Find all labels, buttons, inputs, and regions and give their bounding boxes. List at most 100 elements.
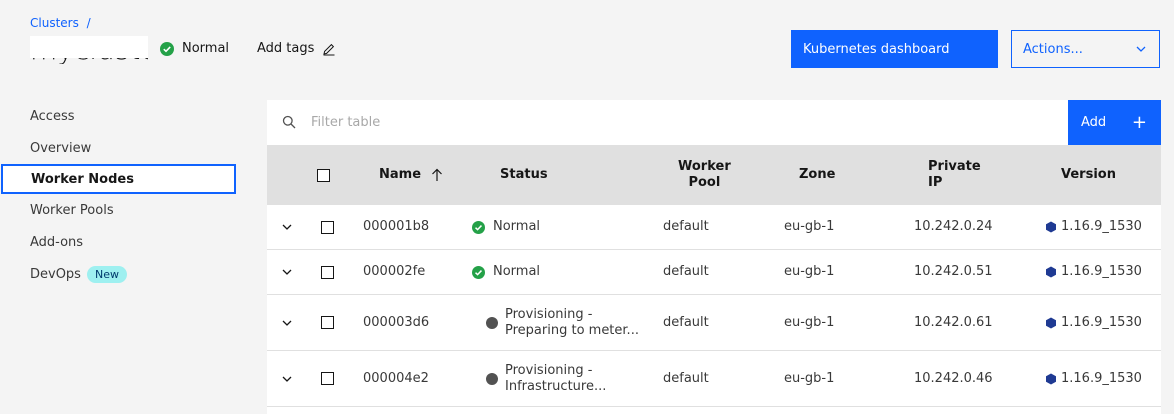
chevron-down-icon[interactable] (281, 266, 293, 278)
add-worker-button[interactable]: Add + (1068, 100, 1161, 145)
column-header-zone: Zone (799, 145, 835, 205)
name-cell: 000001b8 (363, 219, 430, 234)
table-row: 000004e2 Provisioning - Infrastructure..… (267, 351, 1161, 407)
private-ip-cell: 10.242.0.61 (914, 314, 993, 330)
actions-dropdown[interactable]: Actions... (1011, 30, 1160, 68)
check-circle-icon (160, 41, 174, 56)
row-checkbox[interactable] (321, 265, 334, 279)
column-header-version: Version (1061, 145, 1116, 205)
checkbox-cell (321, 250, 334, 294)
actions-dropdown-label: Actions... (1023, 41, 1083, 57)
add-tags-label: Add tags (257, 41, 315, 56)
chevron-down-icon[interactable] (281, 373, 293, 385)
worker-pool-cell: default (663, 314, 709, 330)
row-checkbox[interactable] (321, 372, 334, 385)
private-ip-cell: 10.242.0.24 (914, 219, 993, 234)
status-cell: Provisioning - Preparing to meter... (486, 295, 639, 350)
status-cell: Normal (472, 250, 540, 294)
column-header-private-ip: Private IP (928, 145, 981, 205)
kubernetes-dashboard-label: Kubernetes dashboard (803, 41, 950, 57)
row-checkbox[interactable] (321, 316, 334, 329)
expand-cell (281, 205, 293, 249)
sidebar-item-add-ons[interactable]: Add-ons (0, 226, 240, 258)
row-checkbox[interactable] (321, 220, 334, 234)
sidebar-item-worker-nodes[interactable]: Worker Nodes (1, 164, 236, 194)
add-tags-button[interactable]: Add tags (257, 41, 336, 56)
cluster-health-label: Normal (182, 41, 230, 56)
status-cell: Normal (472, 205, 540, 249)
check-circle-icon (472, 265, 485, 279)
column-private-ip-label-line1: Private (928, 159, 981, 174)
column-version-label: Version (1061, 167, 1116, 182)
expand-cell (281, 295, 293, 350)
kubernetes-dashboard-button[interactable]: Kubernetes dashboard (791, 30, 998, 68)
in-progress-dot-icon (486, 372, 498, 385)
name-cell: 000002fe (363, 264, 426, 279)
sidebar-item-worker-pools[interactable]: Worker Pools (0, 194, 240, 226)
select-all-checkbox[interactable] (317, 168, 330, 182)
add-button-label: Add (1081, 115, 1107, 130)
sidebar-item-label: Worker Pools (30, 202, 114, 218)
version-label: 1.16.9_1530 (1061, 219, 1142, 234)
version-label: 1.16.9_1530 (1061, 370, 1142, 386)
redaction-mask (30, 36, 148, 58)
status-text: Provisioning - Infrastructure... (505, 363, 606, 395)
sidebar-item-overview[interactable]: Overview (0, 132, 240, 164)
private-ip-cell: 10.242.0.46 (914, 370, 993, 386)
sidebar-item-label: Overview (30, 140, 92, 156)
expand-cell (281, 351, 293, 406)
name-cell: 000003d6 (363, 314, 430, 330)
column-header-name[interactable]: Name (379, 145, 443, 205)
zone-cell: eu-gb-1 (784, 314, 835, 330)
search-icon (282, 115, 296, 129)
chevron-down-icon (1136, 46, 1146, 52)
worker-pool-cell: default (663, 219, 709, 234)
version-cell: 1.16.9_1530 (1045, 205, 1142, 249)
sidebar-item-access[interactable]: Access (0, 100, 240, 132)
kubernetes-icon (1046, 221, 1056, 233)
column-header-status: Status (500, 145, 548, 205)
expand-cell (281, 250, 293, 294)
status-label: Provisioning - (505, 362, 593, 378)
status-detail: Infrastructure... (505, 378, 607, 394)
zone-cell: eu-gb-1 (784, 370, 835, 386)
chevron-down-icon[interactable] (281, 221, 293, 233)
table-row: 000001b8 Normal default eu-gb-1 10.242.0… (267, 205, 1161, 250)
zone-cell: eu-gb-1 (784, 264, 835, 279)
filter-table-input[interactable] (311, 100, 1011, 145)
version-cell: 1.16.9_1530 (1045, 295, 1142, 350)
sidebar-item-label: DevOps (30, 266, 81, 282)
check-circle-icon (472, 220, 485, 234)
name-cell: 000004e2 (363, 370, 429, 386)
breadcrumb-separator: / (86, 16, 91, 30)
arrow-up-icon (432, 168, 442, 181)
kubernetes-icon (1046, 317, 1056, 328)
private-ip-cell: 10.242.0.51 (914, 264, 993, 279)
plus-icon: + (1131, 112, 1147, 133)
table-row: 000002fe Normal default eu-gb-1 10.242.0… (267, 250, 1161, 295)
sidebar-item-label: Add-ons (30, 234, 84, 250)
worker-nodes-table: Add + Name Status Worker Pool Zone Priva… (267, 100, 1161, 414)
column-worker-pool-label-line2: Pool (688, 175, 721, 190)
status-label: Normal (493, 264, 541, 279)
status-label: Provisioning - (505, 306, 593, 322)
breadcrumb: Clusters / (30, 16, 91, 30)
table-toolbar: Add + (267, 100, 1161, 145)
kubernetes-icon (1046, 373, 1056, 384)
status-cell: Provisioning - Infrastructure... (486, 351, 606, 406)
checkbox-cell (321, 205, 334, 249)
sidebar-item-devops[interactable]: DevOps New (0, 258, 240, 290)
column-header-worker-pool: Worker Pool (678, 145, 731, 205)
select-all-cell (317, 145, 330, 205)
version-label: 1.16.9_1530 (1061, 314, 1142, 330)
column-worker-pool-label-line1: Worker (678, 159, 731, 174)
status-label: Normal (493, 219, 541, 234)
version-cell: 1.16.9_1530 (1045, 250, 1142, 294)
breadcrumb-clusters-link[interactable]: Clusters (30, 16, 79, 30)
column-private-ip-label-line2: IP (928, 175, 943, 190)
chevron-down-icon[interactable] (281, 317, 293, 329)
sidebar-item-label: Access (30, 108, 75, 124)
page-header: Clusters / mycluster Normal Add tags Kub… (0, 0, 1174, 92)
column-zone-label: Zone (799, 167, 836, 182)
checkbox-cell (321, 351, 334, 406)
